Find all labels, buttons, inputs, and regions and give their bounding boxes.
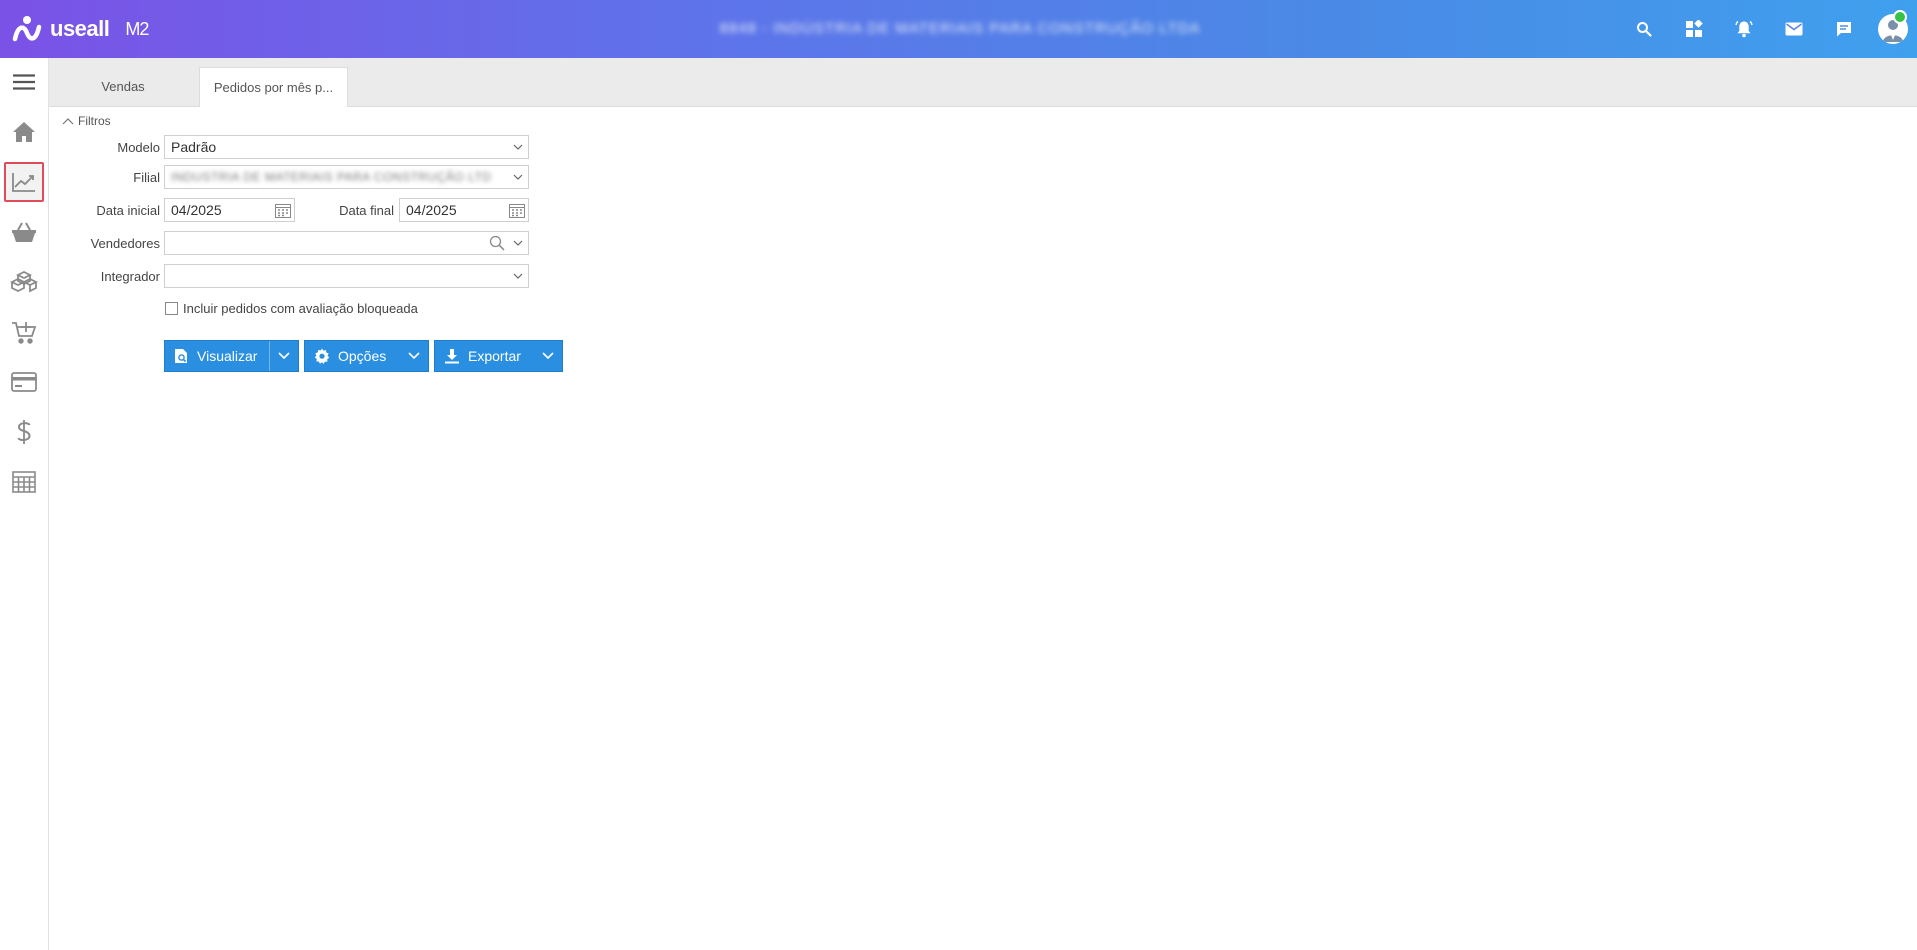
exportar-button-main: Exportar [435,341,535,371]
tab-pedidos-por-mes[interactable]: Pedidos por mês p... [199,67,348,107]
left-sidebar [0,58,49,950]
filters-collapse-toggle[interactable]: Filtros [62,114,111,128]
filial-label: Filial [133,170,160,185]
download-icon [445,349,459,364]
gear-icon [314,348,330,364]
calculator-icon [12,471,36,493]
menu-toggle-button[interactable] [4,62,44,102]
mail-icon[interactable] [1769,0,1819,58]
top-header: useall M2 8848 - INDÚSTRIA DE MATERIAIS … [0,0,1917,58]
sidebar-item-accounting[interactable] [4,462,44,502]
exportar-button[interactable]: Exportar [434,340,563,372]
modelo-value: Padrão [171,139,217,155]
integrador-select[interactable] [164,264,529,288]
bell-icon[interactable] [1719,0,1769,58]
sidebar-item-stock[interactable] [4,262,44,302]
preview-report-icon [175,349,187,363]
chart-line-icon [12,173,35,192]
company-name: 8848 - INDÚSTRIA DE MATERIAIS PARA CONST… [719,20,1201,37]
sidebar-item-home[interactable] [4,112,44,152]
basket-icon [12,222,36,242]
data-inicial-value: 04/2025 [171,202,222,218]
calendar-icon[interactable] [506,199,528,221]
data-inicial-field[interactable]: 04/2025 [164,198,295,222]
visualizar-button[interactable]: Visualizar [165,341,269,371]
chat-icon[interactable] [1819,0,1869,58]
sidebar-item-purchases[interactable] [4,312,44,352]
product-name: M2 [125,18,149,39]
chevron-down-icon[interactable] [508,166,528,188]
menu-icon [13,74,35,90]
filters-label: Filtros [78,114,111,128]
avaliacao-bloqueada-label[interactable]: Incluir pedidos com avaliação bloqueada [183,301,418,316]
home-icon [13,122,35,142]
modelo-select[interactable]: Padrão [164,135,529,159]
apps-grid-icon[interactable] [1669,0,1719,58]
sidebar-item-finance[interactable] [4,412,44,452]
avaliacao-bloqueada-option: Incluir pedidos com avaliação bloqueada [165,301,418,316]
chevron-up-icon [62,118,74,125]
online-status-dot [1893,10,1907,24]
filial-value: INDUSTRIA DE MATERIAIS PARA CONSTRUÇÃO L… [171,170,492,184]
visualizar-label: Visualizar [197,348,258,364]
calendar-icon[interactable] [272,199,294,221]
credit-card-icon [11,372,37,392]
opcoes-button-main: Opções [305,341,401,371]
sidebar-item-sales[interactable] [4,212,44,252]
search-icon[interactable] [1619,0,1669,58]
useall-logo-icon [12,16,42,42]
exportar-label: Exportar [468,348,521,364]
avaliacao-bloqueada-checkbox[interactable] [165,302,178,315]
data-final-label: Data final [339,203,394,218]
sidebar-item-payments[interactable] [4,362,44,402]
brand-logo[interactable]: useall M2 [12,12,149,46]
exportar-dropdown-arrow [535,341,563,371]
chevron-down-icon[interactable] [508,136,528,158]
user-avatar[interactable] [1869,0,1917,58]
vendedores-field[interactable] [164,231,529,255]
sidebar-item-reports[interactable] [4,162,44,202]
chevron-down-icon[interactable] [508,232,528,254]
boxes-icon [10,271,38,293]
opcoes-button[interactable]: Opções [304,340,429,372]
brand-name: useall [50,16,110,41]
tab-strip: Vendas Pedidos por mês p... [49,58,1917,107]
data-final-value: 04/2025 [406,202,457,218]
opcoes-dropdown-arrow [401,341,428,371]
integrador-label: Integrador [100,269,160,284]
chevron-down-icon[interactable] [508,265,528,287]
opcoes-label: Opções [338,348,387,364]
cart-add-icon [12,322,37,344]
modelo-label: Modelo [117,140,160,155]
data-final-field[interactable]: 04/2025 [399,198,529,222]
visualizar-button-group: Visualizar [164,340,299,372]
search-icon[interactable] [486,232,508,254]
visualizar-dropdown-button[interactable] [269,341,298,371]
filial-select[interactable]: INDUSTRIA DE MATERIAIS PARA CONSTRUÇÃO L… [164,165,529,189]
dollar-icon [17,420,31,444]
data-inicial-label: Data inicial [96,203,160,218]
tab-vendas[interactable]: Vendas [73,67,173,106]
chevron-down-icon [278,352,290,360]
chevron-down-icon [542,352,554,360]
vendedores-label: Vendedores [90,236,160,251]
chevron-down-icon [408,352,420,360]
